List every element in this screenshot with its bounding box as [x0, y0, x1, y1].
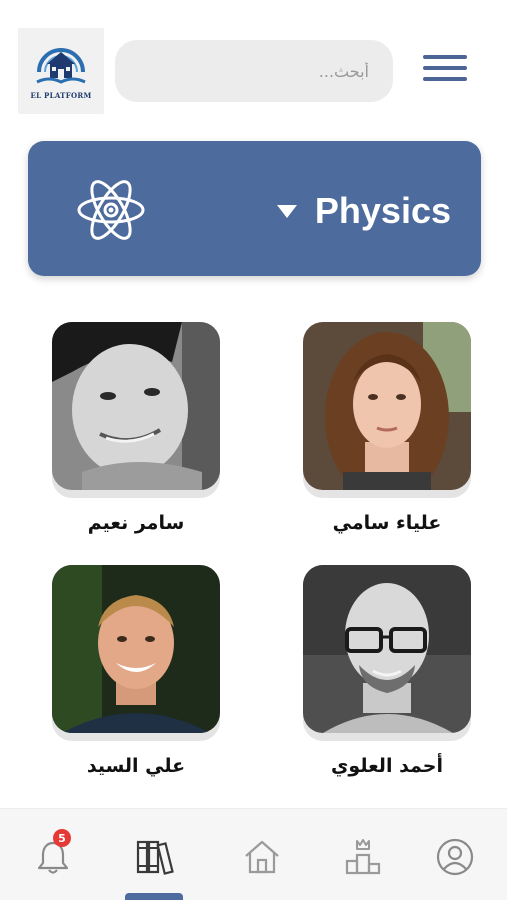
- nav-notifications[interactable]: 5: [31, 829, 75, 879]
- subject-label: Physics: [314, 190, 451, 231]
- nav-home[interactable]: [240, 835, 284, 879]
- teacher-name: أحمد العلوي: [331, 755, 443, 777]
- teacher-photo-ali: [52, 565, 220, 733]
- logo-text: EL PLATFORM: [30, 91, 92, 100]
- caret-down-icon: [276, 204, 297, 218]
- notification-badge: 5: [53, 829, 71, 847]
- teacher-photo-samer: [52, 322, 220, 490]
- atom-icon: [76, 175, 146, 245]
- active-tab-indicator: [125, 893, 183, 900]
- search-input[interactable]: [115, 40, 393, 102]
- books-icon: [136, 840, 174, 875]
- teacher-photo-aliaa: [303, 322, 471, 490]
- podium-crown-icon: [345, 839, 381, 875]
- menu-line: [423, 77, 467, 81]
- nav-library[interactable]: [132, 835, 176, 879]
- app-logo[interactable]: EL PLATFORM: [18, 28, 104, 114]
- teacher-card[interactable]: علي السيد: [52, 565, 220, 777]
- teacher-card[interactable]: أحمد العلوي: [303, 565, 471, 777]
- logo-school-icon: [36, 48, 86, 84]
- teacher-name: سامر نعيم: [87, 512, 185, 534]
- teacher-photo-ahmed: [303, 565, 471, 733]
- teacher-name: علياء سامي: [332, 512, 442, 534]
- home-icon: [245, 840, 279, 874]
- teacher-card[interactable]: سامر نعيم: [52, 322, 220, 534]
- nav-profile[interactable]: [433, 835, 477, 879]
- menu-line: [423, 55, 467, 59]
- bottom-navigation: 5: [0, 808, 507, 900]
- teacher-card[interactable]: علياء سامي: [303, 322, 471, 534]
- menu-line: [423, 66, 467, 70]
- nav-leaderboard[interactable]: [341, 835, 385, 879]
- hamburger-menu-icon[interactable]: [423, 52, 467, 84]
- search-bar[interactable]: [115, 40, 393, 102]
- subject-selector[interactable]: Physics: [28, 141, 481, 276]
- user-profile-icon: [436, 838, 474, 876]
- teacher-name: علي السيد: [86, 755, 186, 777]
